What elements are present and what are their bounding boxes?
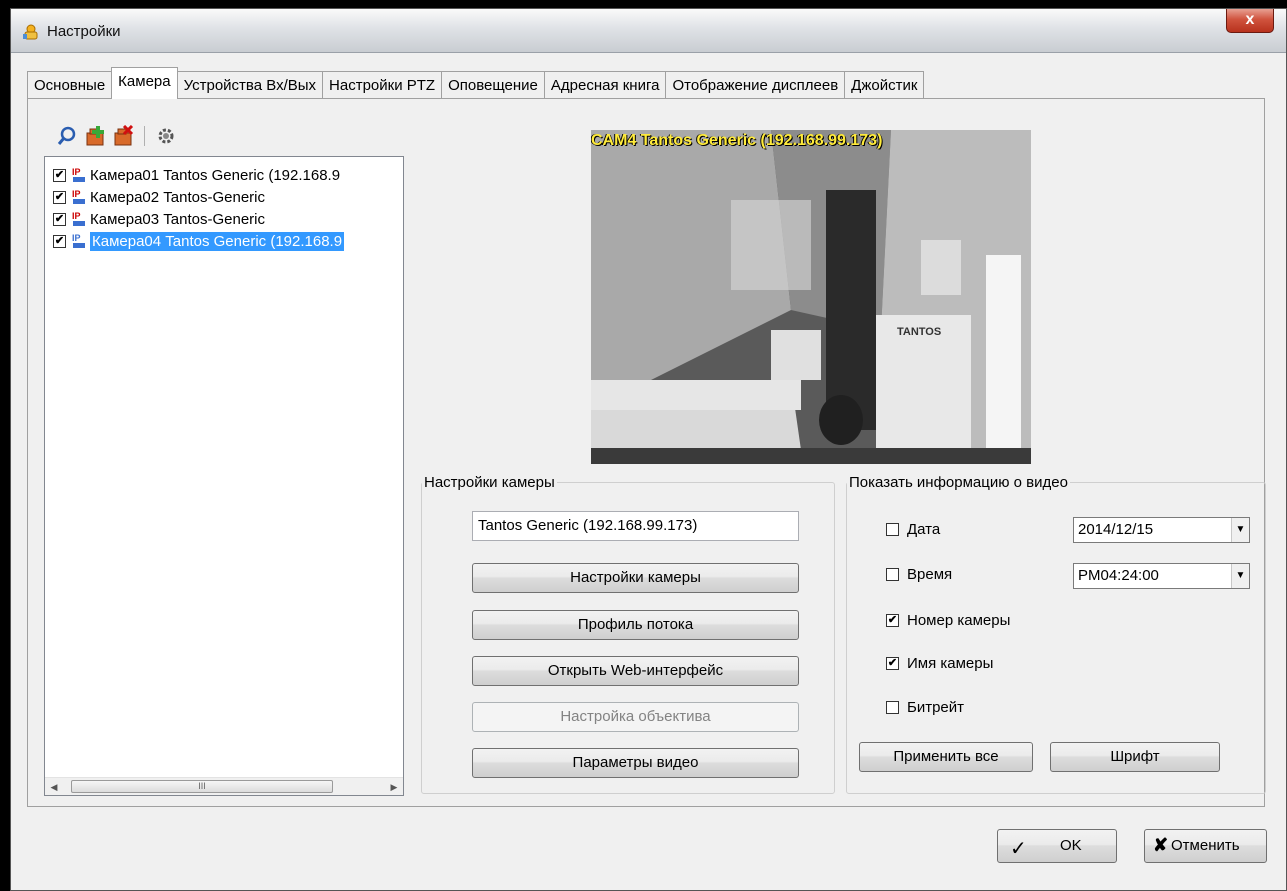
tab-display-mapping[interactable]: Отображение дисплеев: [665, 71, 846, 99]
tab-io-devices[interactable]: Устройства Вх/Вых: [176, 71, 324, 99]
video-preview: CAM4 Tantos Generic (192.168.99.173) TAN…: [591, 130, 1031, 464]
scroll-left-icon[interactable]: ◀: [45, 778, 63, 796]
cancel-button[interactable]: ✘ Отменить: [1144, 829, 1267, 863]
bitrate-option[interactable]: Битрейт: [886, 699, 964, 716]
camera-list[interactable]: ✔ IP Камера01 Tantos Generic (192.168.9 …: [44, 156, 404, 796]
video-info-legend: Показать информацию о видео: [849, 474, 1068, 491]
title-bar[interactable]: Настройки x: [11, 9, 1286, 53]
cancel-label: Отменить: [1171, 837, 1240, 854]
camera-number-option[interactable]: ✔ Номер камеры: [886, 612, 1010, 629]
video-parameters-button[interactable]: Параметры видео: [472, 748, 799, 778]
camera-tab-panel: ✔ IP Камера01 Tantos Generic (192.168.9 …: [27, 98, 1266, 807]
font-button[interactable]: Шрифт: [1050, 742, 1220, 772]
camera-label: Камера02 Tantos-Generic: [90, 188, 265, 206]
camera-checkbox[interactable]: ✔: [53, 212, 66, 226]
video-overlay-text: CAM4 Tantos Generic (192.168.99.173): [591, 132, 883, 149]
wall-brand-text: TANTOS: [897, 326, 942, 338]
panel-body: ✔ IP Камера01 Tantos Generic (192.168.9 …: [28, 99, 1266, 806]
camera-toolbar: [56, 123, 177, 149]
camera-number-label: Номер камеры: [907, 612, 1011, 629]
camera-list-item[interactable]: ✔ IP Камера01 Tantos Generic (192.168.9: [53, 164, 340, 186]
checkmark-icon: ✓: [1010, 838, 1027, 860]
ok-button[interactable]: ✓ OK: [997, 829, 1117, 863]
camera-name-label: Имя камеры: [907, 655, 994, 672]
bitrate-checkbox[interactable]: [886, 701, 899, 714]
add-camera-icon[interactable]: [84, 125, 106, 147]
tab-camera[interactable]: Камера: [111, 67, 178, 99]
camera-name-option[interactable]: ✔ Имя камеры: [886, 655, 993, 672]
time-option[interactable]: Время: [886, 566, 952, 583]
camera-name-checkbox[interactable]: ✔: [886, 657, 899, 670]
camera-name-input[interactable]: Tantos Generic (192.168.99.173): [472, 511, 799, 541]
tab-general[interactable]: Основные: [27, 71, 113, 99]
scroll-thumb[interactable]: III: [71, 780, 333, 793]
tab-notification[interactable]: Оповещение: [441, 71, 545, 99]
scroll-right-icon[interactable]: ▶: [385, 778, 403, 796]
ok-label: OK: [1060, 837, 1082, 854]
open-web-interface-button[interactable]: Открыть Web-интерфейс: [472, 656, 799, 686]
camera-list-item[interactable]: ✔ IP Камера02 Tantos-Generic: [53, 186, 265, 208]
stream-profile-button[interactable]: Профиль потока: [472, 610, 799, 640]
camera-checkbox[interactable]: ✔: [53, 190, 66, 204]
tab-ptz-settings[interactable]: Настройки PTZ: [322, 71, 443, 99]
camera-settings-legend: Настройки камеры: [424, 474, 555, 491]
date-option[interactable]: Дата: [886, 521, 940, 538]
time-label: Время: [907, 566, 953, 583]
chevron-down-icon[interactable]: ▼: [1231, 518, 1249, 542]
svg-text:IP: IP: [72, 167, 81, 177]
ip-camera-icon: IP: [72, 189, 85, 204]
camera-list-item[interactable]: ✔ IP Камера03 Tantos-Generic: [53, 208, 265, 230]
camera-label: Камера04 Tantos Generic (192.168.9: [90, 231, 345, 251]
camera-checkbox[interactable]: ✔: [53, 168, 66, 182]
date-label: Дата: [907, 521, 941, 538]
window-title: Настройки: [47, 23, 121, 40]
date-format-select[interactable]: 2014/12/15 ▼: [1073, 517, 1250, 543]
svg-text:IP: IP: [72, 233, 81, 243]
camera-list-item-selected[interactable]: ✔ IP Камера04 Tantos Generic (192.168.9: [53, 230, 345, 252]
close-button[interactable]: x: [1226, 9, 1274, 33]
search-icon[interactable]: [56, 125, 78, 147]
settings-gear-icon[interactable]: [155, 125, 177, 147]
delete-camera-icon[interactable]: [112, 125, 134, 147]
camera-number-checkbox[interactable]: ✔: [886, 614, 899, 627]
svg-text:IP: IP: [72, 211, 81, 221]
tab-address-book[interactable]: Адресная книга: [543, 71, 667, 99]
settings-window: Настройки x Основные Камера Устройства В…: [10, 8, 1287, 891]
close-x-icon: ✘: [1153, 835, 1169, 855]
svg-text:IP: IP: [72, 189, 81, 199]
camera-frame-image: [591, 130, 1031, 464]
camera-label: Камера01 Tantos Generic (192.168.9: [90, 166, 341, 184]
camera-checkbox[interactable]: ✔: [53, 234, 66, 248]
time-format-value: PM04:24:00: [1078, 567, 1159, 584]
tab-joystick[interactable]: Джойстик: [844, 71, 925, 99]
camera-settings-button[interactable]: Настройки камеры: [472, 563, 799, 593]
chevron-down-icon[interactable]: ▼: [1231, 564, 1249, 588]
tab-strip: Основные Камера Устройства Вх/Вых Настро…: [27, 67, 925, 99]
time-checkbox[interactable]: [886, 568, 899, 581]
bitrate-label: Битрейт: [907, 699, 965, 716]
app-icon: [23, 24, 38, 40]
toolbar-separator: [144, 126, 145, 146]
date-checkbox[interactable]: [886, 523, 899, 536]
lens-setup-button[interactable]: Настройка объектива: [472, 702, 799, 732]
apply-all-button[interactable]: Применить все: [859, 742, 1033, 772]
ip-camera-icon: IP: [72, 211, 85, 226]
ip-camera-icon: IP: [72, 167, 85, 182]
time-format-select[interactable]: PM04:24:00 ▼: [1073, 563, 1250, 589]
date-format-value: 2014/12/15: [1078, 521, 1154, 538]
ip-camera-icon: IP: [72, 233, 85, 248]
horizontal-scrollbar[interactable]: ◀ III ▶: [45, 777, 403, 795]
camera-label: Камера03 Tantos-Generic: [90, 210, 265, 228]
